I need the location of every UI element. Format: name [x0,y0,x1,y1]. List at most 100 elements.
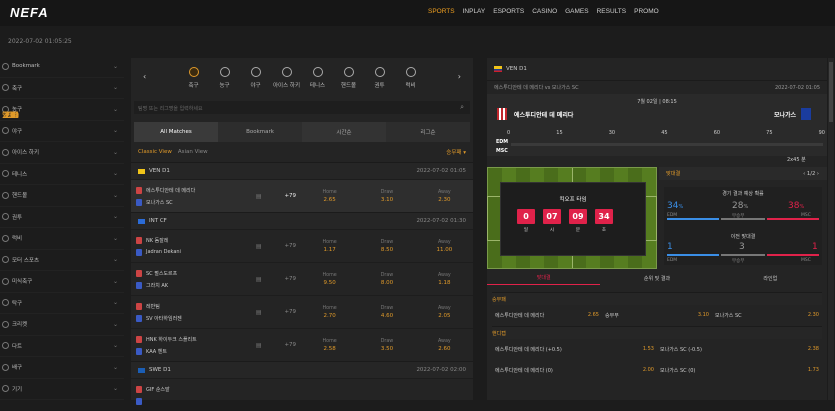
chevron-right-icon[interactable]: › [458,72,461,81]
sport-tab[interactable]: 핸드볼 [333,67,364,89]
odds-button[interactable]: Draw 3.50 [359,330,414,360]
sidebar-item[interactable]: 다트 16 ⌄ [0,111,124,357]
match-row[interactable]: 에스투디안테 데 메리다 모나가스 SC ▤ +79 Home 2.65 Draw 3.10 A… [131,179,473,212]
sidebar-item[interactable]: 럭비 23 ⌄ [0,111,124,250]
sidebar-item[interactable]: 배구 4 ⌄ [0,111,124,379]
nav-item-2[interactable]: ESPORTS [493,8,524,15]
odds-button[interactable]: Away 2.60 [417,330,472,360]
list-tab[interactable]: Bookmark [218,122,302,142]
detail-league-name: VEN D1 [506,66,527,72]
sidebar-item[interactable]: 야구 29 ⌄ [0,111,124,142]
scrollbar-thumb[interactable] [829,62,833,122]
more-markets[interactable]: +79 [280,193,301,199]
sidebar-item[interactable]: 모터 스포츠 4 ⌄ [0,111,124,271]
home-team-name: 에스투디안테 데 메리다 [514,112,574,119]
sidebar-item[interactable]: 크리켓 16 ⌄ [0,111,124,336]
odds-button[interactable]: Draw 4.60 [359,297,414,327]
stats-icon[interactable]: ▤ [256,243,262,250]
league-header[interactable]: SWE D1 2022-07-02 02:00 [131,361,473,378]
sport-tab[interactable]: 권투 [364,67,395,89]
search-icon[interactable]: ⌕ [460,103,464,112]
stats-pager[interactable]: ‹ 1/2 › [803,171,819,177]
match-row[interactable]: SC 펄스도르프 그라치 AK ▤ +79 Home 9.50 Draw 8.00 Away 1.… [131,262,473,295]
odds-button[interactable]: Home 2.70 [302,297,357,327]
list-tab[interactable]: 리그순 [386,122,470,142]
sport-tab[interactable]: 아이스 하키 [271,67,302,89]
league-header[interactable]: VEN D1 2022-07-02 01:05 [131,162,473,179]
market-sort-select[interactable]: 승무패 ▾ [446,148,466,156]
sport-tab[interactable]: 축구 [178,67,209,89]
odds-button[interactable]: Away 11.00 [417,231,472,261]
nav-item-1[interactable]: INPLAY [463,8,486,15]
odds-button[interactable]: Draw 3.10 [359,181,414,211]
match-row[interactable]: HNK 하이두크 스플리트 KAA 헨트 ▤ +79 Home 2.58 Draw 3.50 A… [131,328,473,361]
search-input[interactable]: 팀명 또는 리그명을 입력하세요 ⌕ [134,101,470,114]
league-header[interactable]: INT CF 2022-07-02 01:30 [131,212,473,229]
odds-button[interactable]: Home 9.50 [302,264,357,294]
sidebar-item[interactable]: 핸드볼 3 ⌄ [0,111,124,207]
odds-button[interactable]: Away 2.05 [417,297,472,327]
more-markets[interactable]: +79 [280,309,301,315]
sport-tab[interactable]: 농구 [209,67,240,89]
brand-logo[interactable]: NEFA [10,5,49,20]
market-odds-value: 2.38 [807,346,819,352]
list-tab[interactable]: All Matches [134,122,218,142]
sidebar-item-label: 배구 [12,365,23,372]
market-option-label: 모나가스 SC (-0.5) [660,347,702,353]
nav-item-5[interactable]: RESULTS [597,8,627,15]
classic-view-toggle[interactable]: Classic View [138,149,172,155]
market-odds-button[interactable]: 승무부 3.10 [602,312,712,319]
sidebar-item[interactable]: Bookmark 0 ⌄ [0,56,124,121]
sidebar-item[interactable]: 탁구 204 ⌄ [0,111,124,314]
odds-button[interactable]: Home 1.17 [302,231,357,261]
market-odds-button[interactable]: 에스투디안테 데 메리다 2.65 [492,312,602,319]
sidebar-item[interactable]: 미식축구 7 ⌄ [0,111,124,293]
stats-icon[interactable]: ▤ [256,309,262,316]
match-row[interactable]: NK 돔잘레 Jadran Dekani ▤ +79 Home 1.17 Draw 8.50 A… [131,229,473,262]
away-abbr: MSC [496,149,508,154]
sport-tab[interactable]: 테니스 [302,67,333,89]
stats-icon[interactable]: ▤ [256,193,262,200]
more-markets[interactable]: +79 [280,243,301,249]
sidebar-item[interactable]: 테니스 22 ⌄ [0,111,124,185]
sidebar-item[interactable]: 축구 939 ⌄ [0,78,124,121]
nav-item-3[interactable]: CASINO [532,8,557,15]
odds-button[interactable]: Draw 8.00 [359,264,414,294]
stats-icon[interactable]: ▤ [256,342,262,349]
chevron-left-icon[interactable]: ‹ [143,72,146,81]
odds-button[interactable]: Draw 8.50 [359,231,414,261]
odds-button[interactable]: Away 1.18 [417,264,472,294]
match-row[interactable]: 레반팀 SV 아타하임러젠 ▤ +79 Home 2.70 Draw 4.60 Away 2.05 [131,295,473,328]
market-odds-button[interactable]: 모나가스 SC 2.30 [712,312,822,319]
scrollbar[interactable] [828,58,834,400]
sidebar-item[interactable]: 기기 14 ⌄ [0,111,124,400]
detail-subtab[interactable]: 라인업 [714,271,827,285]
market-odds-button[interactable]: 모나가스 SC (0) 1.73 [657,367,822,374]
sidebar-item[interactable]: 권투 20 ⌄ [0,111,124,228]
nav-item-0[interactable]: SPORTS [428,8,455,15]
asian-view-toggle[interactable]: Asian View [178,149,446,155]
odds-label: Away [437,272,451,278]
home-team-name: NK 돔잘레 [146,237,169,244]
nav-item-4[interactable]: GAMES [565,8,588,15]
market-odds-button[interactable]: 모나가스 SC (-0.5) 2.38 [657,346,822,353]
sport-tab[interactable]: 럭비 [395,67,426,89]
odds-button[interactable]: Home 2.58 [302,330,357,360]
away-team: 그라치 AK [136,279,274,291]
odds-button[interactable]: Away 2.30 [417,181,472,211]
more-markets[interactable]: +79 [280,342,301,348]
market-odds-button[interactable]: 에스투디안테 데 메리다 (0) 2.00 [492,367,657,374]
nav-item-6[interactable]: PROMO [634,8,659,15]
match-teams: NK 돔잘레 Jadran Dekani [131,234,274,258]
odds-button[interactable]: Home 2.65 [302,181,357,211]
list-tab[interactable]: 시간순 [302,122,386,142]
market-odds-button[interactable]: 에스투디안테 데 메리다 (+0.5) 1.53 [492,346,657,353]
detail-subtab[interactable]: 순위 및 결과 [600,271,713,285]
detail-subtab[interactable]: 맞대결 [487,271,601,285]
detail-subtabs: 맞대결 순위 및 결과 라인업 [487,271,827,285]
stats-icon[interactable]: ▤ [256,276,262,283]
match-row[interactable]: GIF 순스발 [131,378,473,411]
more-markets[interactable]: +79 [280,276,301,282]
sport-tab[interactable]: 야구 [240,67,271,89]
sidebar-item[interactable]: 아이스 하키 21 ⌄ [0,111,124,164]
